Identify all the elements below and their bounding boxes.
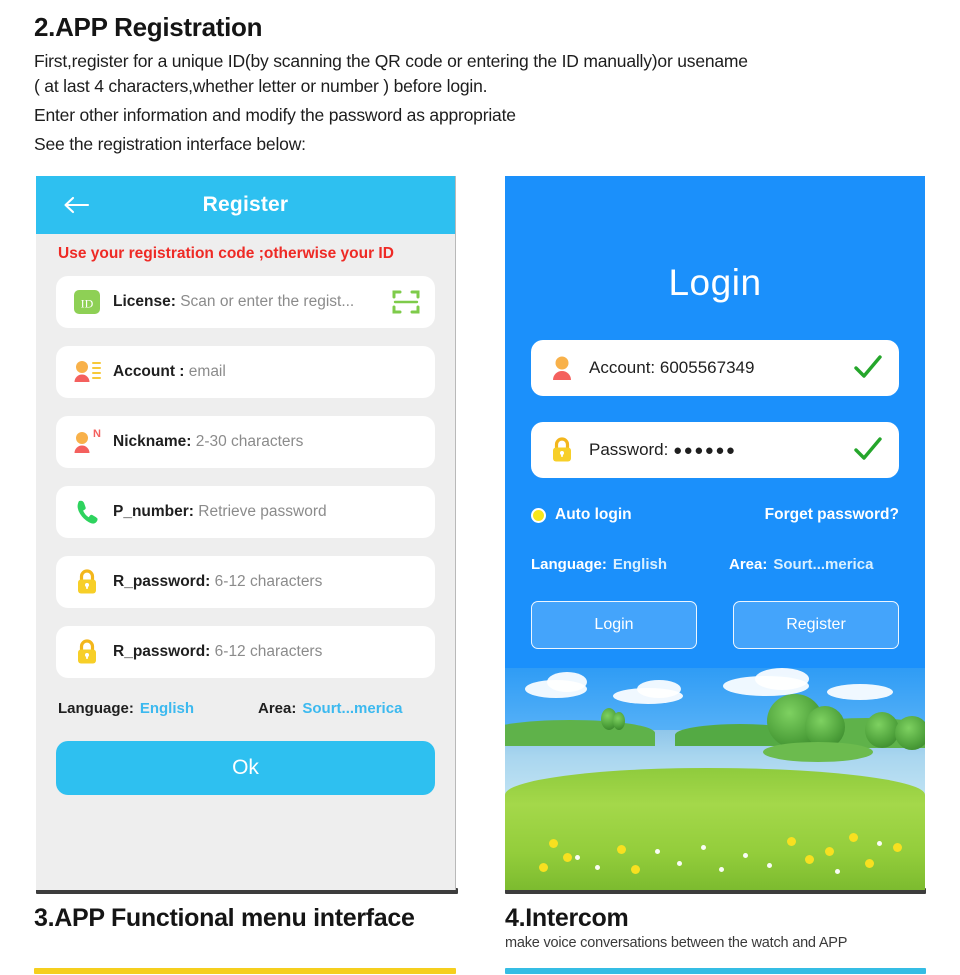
green-check-icon (854, 355, 882, 378)
register-area-value: Sourt...merica (302, 700, 403, 718)
login-actions-row: Login Register (505, 573, 925, 649)
login-title: Login (668, 262, 762, 303)
register-field-list: ID License: Scan or enter the regist... (36, 264, 455, 679)
login-account-label: Account: (589, 358, 656, 377)
password-field-2[interactable]: R_password: 6-12 characters (56, 626, 435, 679)
login-language-value: English (612, 556, 668, 573)
login-button[interactable]: Login (531, 601, 697, 649)
register-locale-row: Language: English Area: Sourt...merica (36, 696, 455, 717)
nickname-placeholder: 2-30 characters (195, 433, 304, 451)
qr-scan-icon[interactable] (391, 287, 421, 317)
login-area-label: Area: (729, 556, 768, 573)
auto-login-label: Auto login (555, 506, 632, 523)
password-label-2: R_password: (113, 643, 211, 661)
login-screen: Login Account: 6005567349 Password: ●●●●… (505, 176, 925, 890)
login-field-list: Account: 6005567349 Password: ●●●●●● (505, 304, 925, 478)
nickname-label: Nickname: (113, 433, 192, 451)
green-check-icon (854, 437, 882, 460)
license-field[interactable]: ID License: Scan or enter the regist... (56, 276, 435, 329)
doc-paragraph-2: ( at last 4 characters,whether letter or… (34, 76, 488, 97)
auto-login-toggle[interactable]: Auto login (531, 506, 632, 524)
phone-number-field[interactable]: P_number: Retrieve password (56, 486, 435, 539)
license-placeholder: Scan or enter the regist... (180, 293, 355, 311)
svg-text:ID: ID (81, 297, 94, 311)
footer-right-title: 4.Intercom (505, 904, 629, 932)
lock-icon (545, 433, 579, 467)
back-arrow-icon[interactable] (62, 195, 90, 215)
document-header: 2.APP Registration First,register for a … (34, 12, 934, 157)
nature-wallpaper (505, 668, 925, 890)
phone-icon (70, 495, 104, 529)
register-screen: Register Use your registration code ;oth… (36, 176, 456, 890)
lock-icon (70, 565, 104, 599)
login-language-group[interactable]: Language: English (531, 556, 667, 573)
doc-paragraph-4: See the registration interface below: (34, 133, 306, 154)
password-label-1: R_password: (113, 573, 211, 591)
password-field-1[interactable]: R_password: 6-12 characters (56, 556, 435, 609)
register-area-label: Area: (258, 700, 297, 718)
auto-login-radio-icon[interactable] (531, 507, 546, 523)
login-password-value: ●●●●●● (673, 442, 737, 459)
footer-right-column: 4.Intercom make voice conversations betw… (505, 904, 935, 951)
login-language-label: Language: (531, 556, 607, 573)
footer-right-subtitle: make voice conversations between the wat… (505, 934, 848, 951)
contact-card-icon (70, 355, 104, 389)
login-account-field[interactable]: Account: 6005567349 (531, 340, 899, 396)
register-language-value: English (139, 700, 195, 718)
login-area-value: Sourt...merica (773, 556, 874, 573)
register-header-bar: Register (36, 176, 455, 234)
cyan-divider (505, 968, 926, 974)
ok-button[interactable]: Ok (56, 741, 435, 796)
license-label: License: (113, 293, 176, 311)
register-language-group[interactable]: Language: English (58, 700, 194, 717)
doc-paragraph-1: First,register for a unique ID(by scanni… (34, 51, 748, 72)
login-password-label: Password: (589, 440, 669, 459)
user-avatar-icon (545, 351, 579, 385)
account-field[interactable]: Account : email (56, 346, 435, 399)
footer-left-title: 3.APP Functional menu interface (34, 904, 415, 932)
register-title: Register (202, 193, 289, 216)
account-label: Account : (113, 363, 185, 381)
register-language-label: Language: (58, 700, 134, 718)
registration-warning-text: Use your registration code ;otherwise yo… (58, 245, 394, 262)
lock-icon (70, 635, 104, 669)
screenshots-row: Register Use your registration code ;oth… (0, 176, 960, 896)
account-placeholder: email (188, 363, 226, 381)
forget-password-link[interactable]: Forget password? (765, 506, 899, 524)
nickname-field[interactable]: N Nickname: 2-30 characters (56, 416, 435, 469)
password-placeholder-2: 6-12 characters (214, 643, 323, 661)
id-badge-icon: ID (70, 285, 104, 319)
password-placeholder-1: 6-12 characters (214, 573, 323, 591)
phone-number-placeholder: Retrieve password (198, 503, 327, 521)
svg-text:N: N (93, 428, 101, 440)
footer-left-column: 3.APP Functional menu interface (34, 904, 464, 933)
login-options-row: Auto login Forget password? (505, 504, 925, 524)
register-button[interactable]: Register (733, 601, 899, 649)
phone-number-label: P_number: (113, 503, 194, 521)
document-footer: 3.APP Functional menu interface 4.Interc… (0, 904, 960, 975)
doc-paragraph-3: Enter other information and modify the p… (34, 104, 516, 125)
register-area-group[interactable]: Area: Sourt...merica (258, 700, 402, 717)
login-locale-row: Language: English Area: Sourt...merica (505, 524, 925, 573)
yellow-divider (34, 968, 456, 974)
page-title: 2.APP Registration (34, 12, 263, 42)
nickname-user-icon: N (70, 425, 104, 459)
login-password-field[interactable]: Password: ●●●●●● (531, 422, 899, 478)
login-area-group[interactable]: Area: Sourt...merica (729, 556, 873, 573)
login-account-value: 6005567349 (659, 358, 755, 377)
